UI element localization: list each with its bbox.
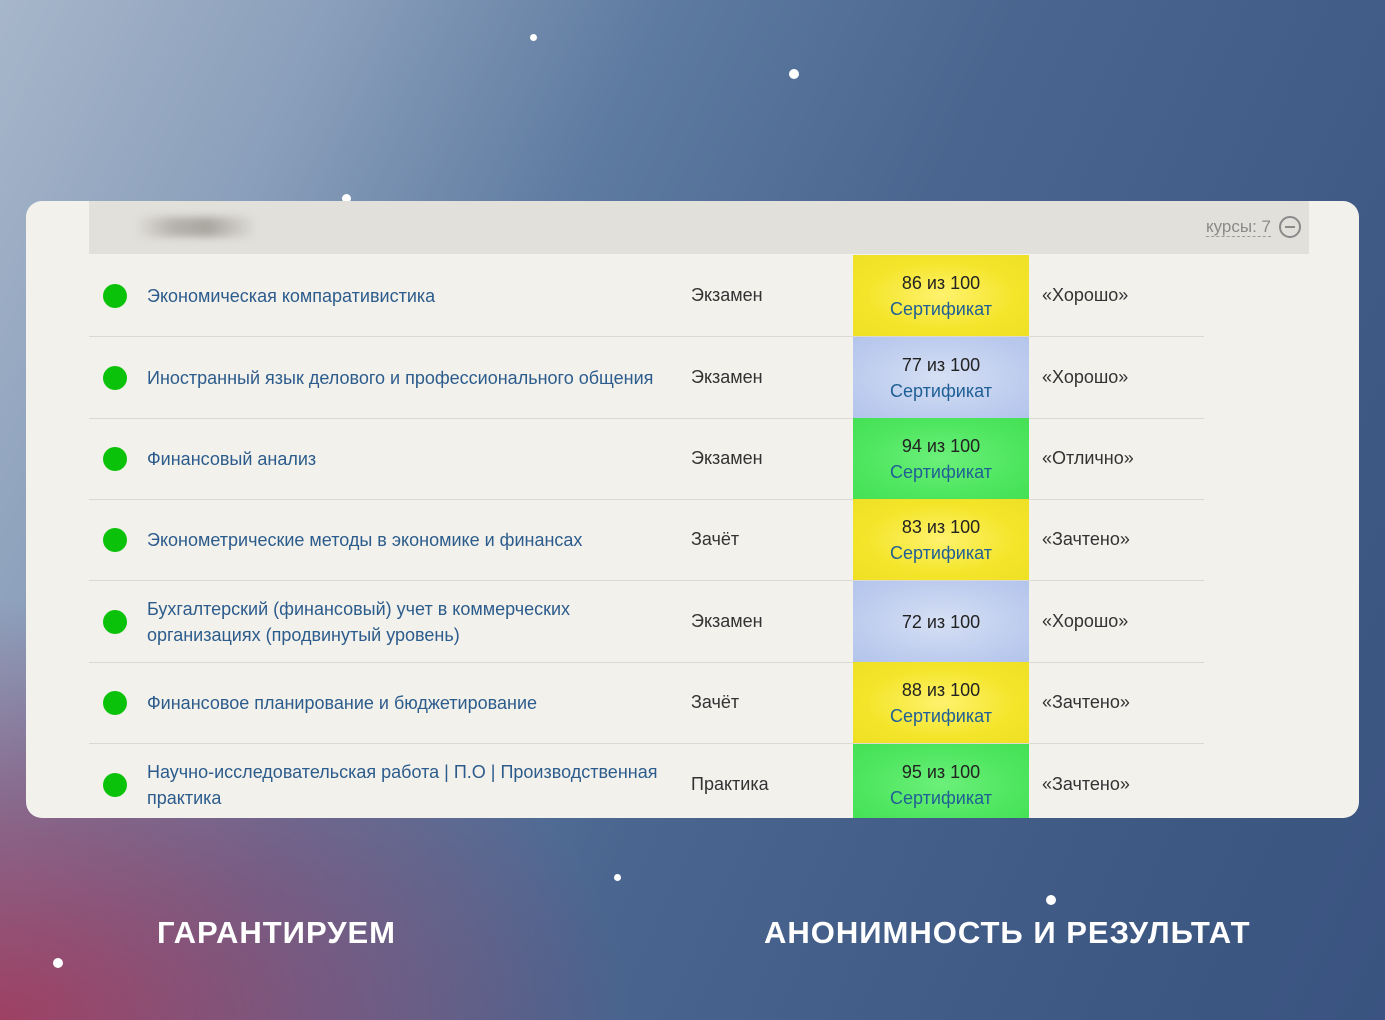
score-cell: 72 из 100 <box>853 581 1029 662</box>
status-complete-icon <box>103 609 127 634</box>
course-link[interactable]: Финансовое планирование и бюджетирование <box>147 662 667 743</box>
score-value: 86 из 100 <box>901 272 981 293</box>
course-row: Бухгалтерский (финансовый) учет в коммер… <box>89 581 1204 663</box>
score-cell: 77 из 100 Сертификат <box>853 337 1029 418</box>
caption-guarantee: ГАРАНТИРУЕМ <box>157 915 397 950</box>
assessment-type: Экзамен <box>691 448 763 468</box>
score-value: 77 из 100 <box>901 354 981 375</box>
score-cell: 86 из 100 Сертификат <box>853 255 1029 336</box>
assessment-type: Зачёт <box>691 692 740 712</box>
score-value: 72 из 100 <box>901 611 981 632</box>
courses-count-toggle[interactable]: курсы: 7 <box>1205 218 1271 237</box>
decor-dot <box>614 874 621 881</box>
caption-anonymity-result: АНОНИМНОСТЬ И РЕЗУЛЬТАТ <box>764 915 1251 950</box>
course-link[interactable]: Бухгалтерский (финансовый) учет в коммер… <box>147 581 667 662</box>
grade-value: «Зачтено» <box>1042 774 1130 794</box>
certificate-link[interactable]: Сертификат <box>890 785 992 811</box>
course-row: Экономическая компаративистика Экзамен 8… <box>89 255 1204 337</box>
assessment-type: Экзамен <box>691 285 763 305</box>
grade-value: «Хорошо» <box>1042 285 1129 305</box>
status-complete-icon <box>103 283 127 308</box>
status-complete-icon <box>103 772 127 797</box>
semester-group-header[interactable]: курсы: 7 <box>89 201 1309 254</box>
score-cell: 95 из 100 Сертификат <box>853 744 1029 818</box>
course-row: Иностранный язык делового и профессионал… <box>89 337 1204 419</box>
course-row: Эконометрические методы в экономике и фи… <box>89 499 1204 581</box>
decor-dot <box>530 34 537 41</box>
certificate-link[interactable]: Сертификат <box>890 703 992 729</box>
score-cell: 83 из 100 Сертификат <box>853 499 1029 580</box>
grade-value: «Хорошо» <box>1042 611 1129 631</box>
score-value: 95 из 100 <box>901 761 981 782</box>
certificate-link[interactable]: Сертификат <box>890 296 992 322</box>
collapse-minus-icon[interactable] <box>1279 216 1301 238</box>
score-value: 94 из 100 <box>901 435 981 456</box>
decor-dot <box>53 958 63 968</box>
grade-value: «Зачтено» <box>1042 692 1130 712</box>
assessment-type: Зачёт <box>691 529 740 549</box>
status-complete-icon <box>103 365 127 390</box>
course-row: Научно-исследовательская работа | П.О | … <box>89 744 1204 818</box>
course-link[interactable]: Научно-исследовательская работа | П.О | … <box>147 744 667 818</box>
certificate-link[interactable]: Сертификат <box>890 540 992 566</box>
blurred-student-name <box>135 217 257 237</box>
course-link[interactable]: Экономическая компаративистика <box>147 255 667 336</box>
status-complete-icon <box>103 690 127 715</box>
grade-value: «Зачтено» <box>1042 529 1130 549</box>
grade-value: «Отлично» <box>1042 448 1134 468</box>
course-link[interactable]: Финансовый анализ <box>147 418 667 499</box>
status-complete-icon <box>103 527 127 552</box>
decor-dot <box>1046 895 1056 905</box>
course-row: Финансовое планирование и бюджетирование… <box>89 662 1204 744</box>
score-value: 83 из 100 <box>901 516 981 537</box>
grade-value: «Хорошо» <box>1042 367 1129 387</box>
assessment-type: Экзамен <box>691 367 763 387</box>
grades-card: курсы: 7 Экономическая компаративистика … <box>26 201 1359 818</box>
decor-dot <box>789 69 799 79</box>
score-cell: 94 из 100 Сертификат <box>853 418 1029 499</box>
course-link[interactable]: Иностранный язык делового и профессионал… <box>147 337 667 418</box>
course-row: Финансовый анализ Экзамен 94 из 100 Серт… <box>89 418 1204 500</box>
course-link[interactable]: Эконометрические методы в экономике и фи… <box>147 499 667 580</box>
status-complete-icon <box>103 446 127 471</box>
certificate-link[interactable]: Сертификат <box>890 378 992 404</box>
assessment-type: Экзамен <box>691 611 763 631</box>
score-cell: 88 из 100 Сертификат <box>853 662 1029 743</box>
score-value: 88 из 100 <box>901 679 981 700</box>
assessment-type: Практика <box>691 774 769 794</box>
certificate-link[interactable]: Сертификат <box>890 459 992 485</box>
